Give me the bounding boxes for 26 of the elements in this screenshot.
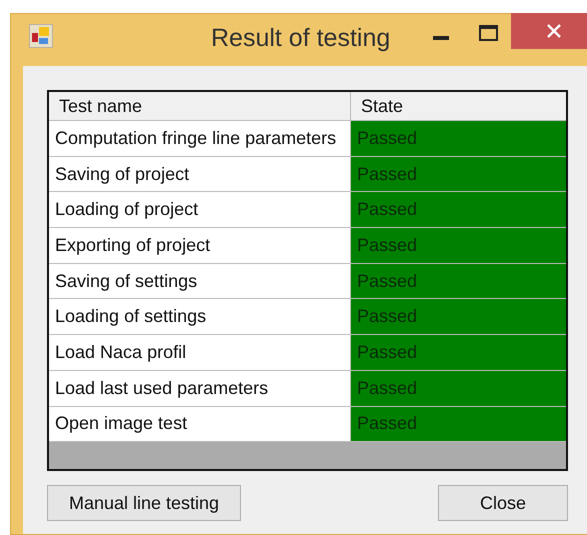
table-cell: Saving of project	[49, 156, 351, 192]
status-cell: Passed	[351, 335, 566, 371]
table-cell: Saving of settings	[49, 264, 351, 300]
table-cell: Open image test	[49, 406, 351, 442]
status-cell: Passed	[351, 406, 566, 442]
manual-line-testing-button[interactable]: Manual line testing	[47, 485, 241, 521]
app-icon	[29, 24, 53, 48]
table-cell: Load last used parameters	[49, 370, 351, 406]
status-cell: Passed	[351, 156, 566, 192]
table-cell: Loading of settings	[49, 299, 351, 336]
status-cell: Passed	[351, 121, 566, 157]
table-cell: Computation fringe line parameters	[49, 121, 351, 157]
status-cell: Passed	[351, 299, 566, 336]
status-cell: Passed	[351, 264, 566, 300]
close-dialog-button[interactable]: Close	[438, 485, 568, 521]
close-button[interactable]	[511, 13, 587, 49]
table-cell: Loading of project	[49, 192, 351, 228]
close-icon	[546, 24, 560, 38]
maximize-icon[interactable]	[479, 25, 498, 41]
table-cell: Load Naca profil	[49, 335, 351, 371]
status-cell: Passed	[351, 192, 566, 228]
window-title: Result of testing	[211, 24, 390, 53]
status-cell: Passed	[351, 370, 566, 406]
table-cell: Exporting of project	[49, 228, 351, 264]
status-cell: Passed	[351, 228, 566, 264]
column-header[interactable]: Test name	[49, 92, 351, 121]
